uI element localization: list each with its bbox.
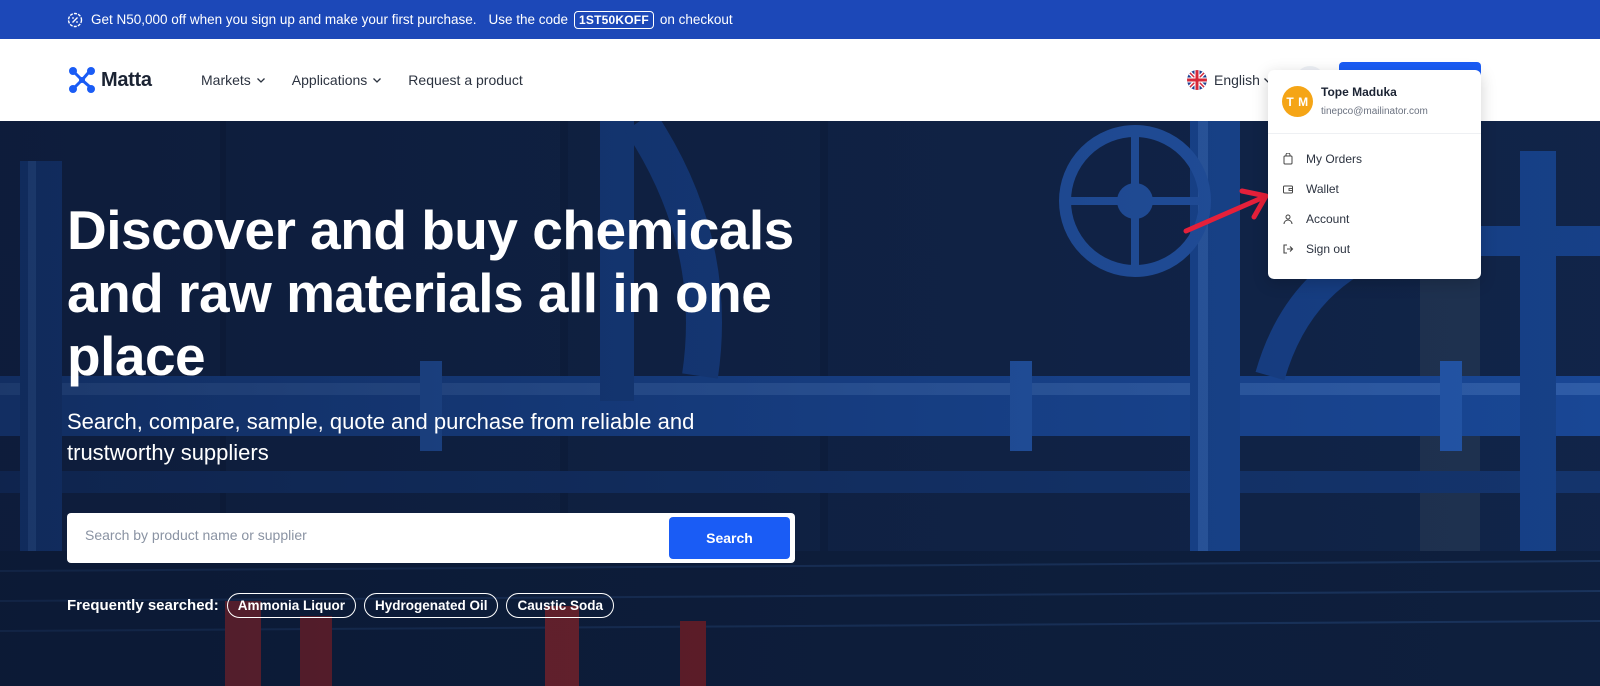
uk-flag-icon (1187, 70, 1207, 90)
sign-out-icon (1283, 244, 1294, 254)
shopping-bag-icon (1283, 153, 1293, 165)
menu-item-wallet[interactable]: Wallet (1268, 174, 1481, 204)
chip-caustic-soda[interactable]: Caustic Soda (506, 593, 615, 618)
brand-name: Matta (101, 68, 152, 91)
user-menu-header: T M Tope Maduka tinepco@mailinator.com (1268, 70, 1481, 134)
user-menu-dropdown: T M Tope Maduka tinepco@mailinator.com M… (1268, 70, 1481, 279)
menu-item-account[interactable]: Account (1268, 204, 1481, 234)
menu-applications[interactable]: Applications (292, 72, 383, 88)
promo-checkout-text: on checkout (659, 12, 733, 27)
menu-applications-label: Applications (291, 72, 368, 88)
chevron-down-icon (256, 78, 265, 83)
chevron-down-icon (373, 78, 382, 83)
language-label: English (1214, 72, 1260, 88)
menu-item-my-orders[interactable]: My Orders (1268, 144, 1481, 174)
user-email: tinepco@mailinator.com (1321, 106, 1428, 117)
search-button[interactable]: Search (669, 517, 790, 559)
user-name: Tope Maduka (1321, 85, 1397, 99)
user-menu-items: My Orders Wallet Account Sign out (1268, 134, 1481, 264)
menu-markets-label: Markets (201, 72, 251, 88)
menu-item-label: Sign out (1306, 242, 1351, 256)
search-bar: Search (67, 513, 795, 563)
menu-item-label: Wallet (1306, 182, 1339, 196)
search-input[interactable] (85, 527, 655, 543)
main-menu: Markets Applications Request a product (201, 72, 549, 88)
menu-item-label: My Orders (1306, 152, 1363, 166)
menu-markets[interactable]: Markets (201, 72, 266, 88)
discount-badge-icon (67, 12, 83, 27)
promo-text: Get N50,000 off when you sign up and mak… (91, 12, 477, 27)
promo-banner: Get N50,000 off when you sign up and mak… (0, 0, 1600, 39)
promo-use-code-text: Use the code (488, 12, 569, 27)
chip-ammonia-liquor[interactable]: Ammonia Liquor (226, 593, 356, 618)
hero-headline: Discover and buy chemicals and raw mater… (67, 199, 794, 387)
wallet-icon (1283, 185, 1293, 194)
menu-item-sign-out[interactable]: Sign out (1268, 234, 1481, 264)
frequently-searched: Frequently searched: Ammonia Liquor Hydr… (67, 593, 622, 618)
promo-code: 1ST50KOFF (574, 10, 654, 29)
avatar: T M (1282, 86, 1313, 117)
menu-request-product-label: Request a product (408, 72, 523, 88)
frequently-searched-label: Frequently searched: (67, 597, 219, 614)
brand-logo[interactable]: Matta (67, 65, 152, 95)
chip-hydrogenated-oil[interactable]: Hydrogenated Oil (363, 593, 499, 618)
user-icon (1283, 214, 1293, 225)
menu-item-label: Account (1306, 212, 1350, 226)
language-selector[interactable]: English (1187, 70, 1273, 90)
hero-subheadline: Search, compare, sample, quote and purch… (67, 409, 695, 465)
matta-logo-icon (69, 67, 95, 93)
menu-request-product[interactable]: Request a product (408, 72, 522, 88)
annotation-arrow (1183, 188, 1269, 234)
